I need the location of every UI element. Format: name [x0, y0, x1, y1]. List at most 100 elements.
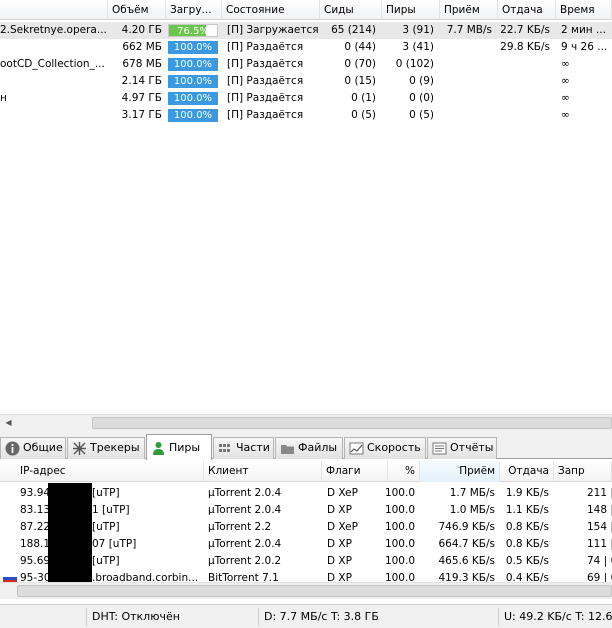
tab-log[interactable]: Отчёты	[427, 437, 497, 459]
tab-label: Трекеры	[90, 441, 140, 454]
download-status: D: 7.7 MБ/с T: 3.8 ГБ	[258, 608, 498, 626]
tab-files[interactable]: Файлы	[275, 437, 343, 459]
torrent-row[interactable]: 3.17 ГБ 100.0% [П] Раздаётся 0 (5) 0 (5) ∞	[0, 107, 612, 124]
column-header-done[interactable]: Загру...	[166, 0, 222, 20]
column-header-peer-download[interactable]: ⌄ Приём	[420, 461, 500, 482]
torrent-row[interactable]: 2.Sekretnye.opera... 4.20 ГБ 76.5% [П] Загр…	[0, 22, 612, 39]
torrent-name: н	[0, 92, 7, 104]
column-header-size[interactable]: Объём	[108, 0, 166, 20]
peer-flags: D XeP	[327, 521, 358, 533]
sort-desc-icon: ⌄	[456, 462, 462, 470]
peer-flags: D XP	[327, 555, 352, 567]
torrent-name: ootCD_Collection_...	[0, 58, 105, 70]
peer-client: µTorrent 2.0.2	[208, 555, 282, 567]
scrollbar-thumb[interactable]	[92, 417, 612, 429]
progress-bar: 100.0%	[168, 75, 218, 88]
torrent-list-header: Объём Загру... Состояние Сиды Пиры Приём…	[0, 0, 612, 20]
column-header-flags[interactable]: Флаги	[322, 461, 388, 482]
column-header-download[interactable]: Приём	[440, 0, 498, 20]
torrent-upload-speed: 22.7 KБ/s	[500, 24, 550, 36]
scrollbar-thumb[interactable]	[17, 585, 612, 597]
peer-ip-end: 1 [uTP]	[92, 504, 130, 516]
torrent-name	[0, 73, 106, 90]
tab-label: Общие	[23, 441, 63, 454]
torrent-peers: 0 (9)	[409, 75, 434, 87]
column-header-eta[interactable]: Время	[556, 0, 612, 20]
peer-upload-speed: 1.1 KБ/s	[505, 504, 549, 516]
torrent-status: [П] Раздаётся	[227, 75, 304, 87]
column-header-seeds[interactable]: Сиды	[320, 0, 382, 20]
torrent-download-speed	[440, 73, 492, 90]
scroll-left-arrow-icon[interactable]: ◀	[0, 415, 17, 431]
torrent-seeds: 0 (15)	[344, 75, 376, 87]
progress-label: 76.5%	[177, 26, 209, 37]
torrent-eta: ∞	[561, 92, 570, 104]
tab-label: Файлы	[298, 441, 338, 454]
peer-ip-start: 83.13	[20, 504, 50, 516]
torrent-name	[0, 39, 106, 56]
peer-download-label: Приём	[459, 465, 495, 477]
column-header-requests[interactable]: Запр	[554, 461, 612, 482]
torrent-seeds: 0 (70)	[344, 58, 376, 70]
torrent-upload-speed	[498, 56, 550, 73]
tab-label: Отчёты	[450, 441, 494, 454]
torrent-upload-speed	[498, 73, 550, 90]
peer-percent: 100.0	[384, 504, 415, 516]
peers-list-scrollbar[interactable]	[0, 582, 612, 599]
redaction-box	[48, 483, 92, 582]
torrent-size: 2.14 ГБ	[121, 75, 162, 87]
torrent-peers: 3 (41)	[402, 41, 434, 53]
column-header-peers[interactable]: Пиры	[382, 0, 440, 20]
torrent-peers: 0 (5)	[409, 109, 434, 121]
torrent-status: [П] Загружается	[227, 24, 319, 36]
log-icon	[432, 441, 447, 456]
column-header-peer-upload[interactable]: Отдача	[500, 461, 554, 482]
column-header-upload[interactable]: Отдача	[498, 0, 556, 20]
tab-label: Скорость	[367, 441, 421, 454]
peer-download-speed: 746.9 KБ/s	[438, 521, 496, 533]
torrent-size: 3.17 ГБ	[121, 109, 162, 121]
peer-ip-end: 07 [uTP]	[92, 538, 137, 550]
peer-client: µTorrent 2.2	[208, 521, 272, 533]
peer-ip-start: 188.1	[20, 538, 50, 550]
torrent-status: [П] Раздаётся	[227, 109, 304, 121]
torrent-download-speed	[440, 107, 492, 124]
torrent-name: 2.Sekretnye.opera...	[0, 24, 106, 36]
peers-icon	[151, 440, 166, 455]
torrent-eta: ∞	[561, 109, 570, 121]
column-header-name[interactable]	[0, 0, 108, 20]
torrent-name	[0, 107, 106, 124]
progress-bar: 76.5%	[168, 24, 218, 37]
tab-speed[interactable]: Скорость	[344, 437, 426, 459]
column-header-ip[interactable]: IP-адрес	[16, 461, 204, 482]
tab-label: Пиры	[169, 441, 201, 454]
peer-percent: 100.0	[384, 538, 415, 550]
tab-peers[interactable]: Пиры	[146, 434, 212, 460]
torrent-row[interactable]: 662 МБ 100.0% [П] Раздаётся 0 (44) 3 (41) 29.…	[0, 39, 612, 56]
peer-download-speed: 465.6 KБ/s	[438, 555, 496, 567]
column-header-client[interactable]: Клиент	[204, 461, 322, 482]
tab-general[interactable]: Общие	[0, 437, 66, 459]
torrent-peers: 0 (0)	[409, 92, 434, 104]
torrent-seeds: 0 (5)	[351, 109, 376, 121]
peer-upload-speed: 0.8 KБ/s	[505, 538, 549, 550]
detail-tabs: Общие Трекеры Пиры Части Файлы Скорость Отчёты	[0, 431, 612, 460]
peer-upload-speed: 0.5 KБ/s	[505, 555, 549, 567]
peer-client: µTorrent 2.0.4	[208, 504, 282, 516]
column-header-status[interactable]: Состояние	[222, 0, 320, 20]
peer-ip-start: 87.22	[20, 521, 50, 533]
peer-requests: 148 |	[587, 504, 612, 516]
tab-trackers[interactable]: Трекеры	[67, 437, 145, 459]
torrent-list-scrollbar[interactable]: ◀	[0, 414, 612, 431]
peer-client: µTorrent 2.0.4	[208, 487, 282, 499]
torrent-row[interactable]: н 4.97 ГБ 100.0% [П] Раздаётся 0 (1) 0 (0) ∞	[0, 90, 612, 107]
torrent-row[interactable]: ootCD_Collection_... 678 МБ 100.0% [П] Разд…	[0, 56, 612, 73]
tab-pieces[interactable]: Части	[213, 437, 274, 459]
peer-ip-end: [uTP]	[92, 521, 120, 533]
column-header-percent[interactable]: %	[388, 461, 420, 482]
torrent-eta: 9 ч 26 ...	[561, 41, 608, 53]
progress-bar: 100.0%	[168, 41, 218, 54]
torrent-row[interactable]: 2.14 ГБ 100.0% [П] Раздаётся 0 (15) 0 (9) ∞	[0, 73, 612, 90]
torrent-seeds: 0 (44)	[344, 41, 376, 53]
peer-upload-speed: 1.9 KБ/s	[505, 487, 549, 499]
